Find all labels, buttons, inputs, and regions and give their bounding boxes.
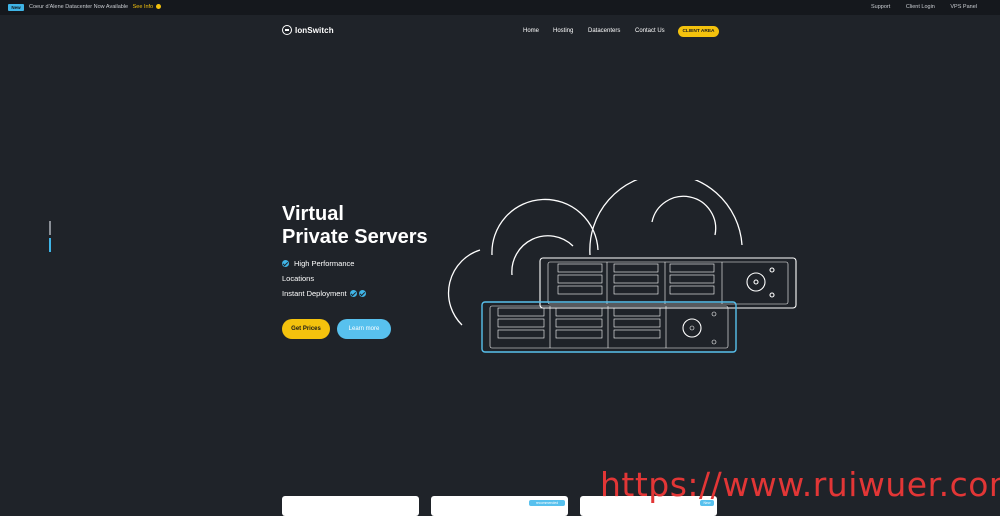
- feature-item: Locations: [282, 271, 366, 286]
- cloud-arc-medium: [491, 198, 599, 256]
- site-logo[interactable]: IonSwitch: [282, 24, 334, 36]
- feature-label: High Performance: [294, 259, 355, 268]
- see-info-link[interactable]: See Info: [133, 4, 154, 10]
- pricing-card-2[interactable]: recommended: [431, 496, 568, 516]
- cloud-arc-small: [651, 195, 717, 236]
- new-badge: New: [8, 4, 24, 11]
- client-login-link[interactable]: Client Login: [906, 4, 935, 10]
- learn-more-button[interactable]: Learn more: [337, 319, 391, 339]
- check-icon: [282, 260, 289, 267]
- feature-item: High Performance: [282, 256, 366, 271]
- vps-panel-link[interactable]: VPS Panel: [950, 4, 977, 10]
- cloud-arc-left: [447, 249, 481, 326]
- get-prices-button[interactable]: Get Prices: [282, 319, 330, 339]
- hero-title-line1: Virtual: [282, 203, 344, 225]
- check-icon: [349, 290, 357, 297]
- announcement-label: Coeur d'Alene Datacenter Now Available: [29, 4, 129, 10]
- front-server-detail: [489, 305, 729, 349]
- topbar-links: Support Client Login VPS Panel: [857, 4, 977, 11]
- pricing-card-1[interactable]: [282, 496, 419, 516]
- arrow-circle-icon: [155, 4, 161, 9]
- feature-label: Instant Deployment: [282, 289, 347, 298]
- feature-label: Locations: [282, 274, 315, 283]
- announcement-text: Coeur d'Alene Datacenter Now Available S…: [29, 4, 161, 11]
- server-cloud-illustration: [447, 180, 797, 353]
- slider-indicator-2[interactable]: [49, 238, 51, 252]
- cloud-arc-inner: [511, 235, 574, 276]
- hero-title-line2: Private Servers: [282, 226, 428, 248]
- back-server: [539, 257, 797, 309]
- logo-text: IonSwitch: [295, 25, 334, 35]
- hero-title: Virtual Private Servers: [282, 203, 428, 249]
- slider-indicator-1[interactable]: [49, 221, 51, 235]
- support-link[interactable]: Support: [871, 4, 890, 10]
- feature-list: High Performance Locations Instant Deplo…: [282, 256, 366, 301]
- nav-contact-us[interactable]: Contact Us: [635, 27, 665, 36]
- recommended-badge: recommended: [529, 500, 565, 506]
- nav-datacenters[interactable]: Datacenters: [588, 27, 620, 36]
- cloud-arc-large: [589, 180, 743, 256]
- watermark-text: https://www.ruiwuer.com: [600, 465, 1000, 504]
- announcement-bar: New Coeur d'Alene Datacenter Now Availab…: [0, 0, 1000, 15]
- client-area-button[interactable]: CLIENT AREA: [678, 26, 719, 37]
- nav-home[interactable]: Home: [523, 27, 539, 36]
- check-icon: [358, 290, 366, 297]
- feature-item: Instant Deployment: [282, 286, 366, 301]
- nav-hosting[interactable]: Hosting: [553, 27, 573, 36]
- logo-icon: [282, 25, 292, 35]
